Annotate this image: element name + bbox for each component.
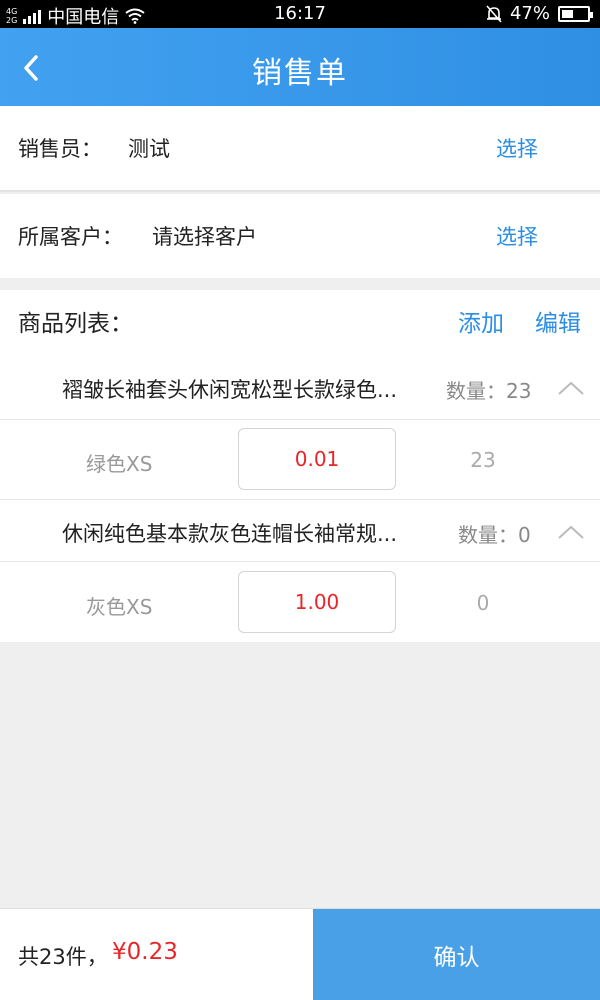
- product-header[interactable]: 褶皱长袖套头休闲宽松型长款绿色... 数量：23: [0, 358, 600, 420]
- customer-label: 所属客户：: [18, 225, 123, 249]
- edit-products-button[interactable]: 编辑: [535, 304, 581, 338]
- salesperson-label: 销售员：: [18, 137, 102, 161]
- product-name: 休闲纯色基本款灰色连帽长袖常规...: [62, 522, 398, 546]
- select-customer-button[interactable]: 选择: [496, 221, 538, 251]
- battery-level-fill: [562, 9, 574, 18]
- product-name: 褶皱长袖套头休闲宽松型长款绿色...: [62, 378, 398, 402]
- variant-price-input[interactable]: [238, 428, 396, 490]
- variant-name: 灰色XS: [86, 595, 153, 619]
- salesperson-value: 测试: [128, 137, 170, 161]
- product-quantity-label: 数量：23: [446, 379, 532, 403]
- customer-value: 请选择客户: [152, 225, 257, 249]
- order-footer: 共23件， ¥0.23 确认: [0, 908, 600, 1000]
- customer-row: 所属客户： 请选择客户 选择: [0, 194, 600, 278]
- variant-name: 绿色XS: [86, 452, 153, 476]
- bell-muted-icon: [486, 4, 502, 23]
- status-bar: 4G 2G 中国电信 16:17 47%: [0, 0, 600, 28]
- chevron-up-icon[interactable]: [556, 378, 586, 398]
- product-quantity-label: 数量：0: [458, 523, 531, 547]
- total-price: ¥0.23: [112, 939, 178, 965]
- app-header: 销售单: [0, 28, 600, 106]
- confirm-button[interactable]: 确认: [313, 909, 600, 1000]
- variant-quantity: 23: [470, 448, 496, 472]
- battery-icon: [558, 5, 593, 22]
- salesperson-row: 销售员： 测试 选择: [0, 106, 600, 192]
- product-list-title: 商品列表：: [18, 311, 133, 337]
- status-right: 47%: [486, 3, 593, 24]
- add-product-button[interactable]: 添加: [458, 304, 504, 338]
- chevron-up-icon[interactable]: [556, 522, 586, 542]
- product-list: 商品列表： 添加 编辑 褶皱长袖套头休闲宽松型长款绿色... 数量：23 绿色X…: [0, 290, 600, 642]
- variant-quantity: 0: [476, 591, 490, 615]
- variant-row: 绿色XS 23: [0, 420, 600, 500]
- page-title: 销售单: [252, 56, 348, 91]
- variant-price-input[interactable]: [238, 571, 396, 633]
- variant-row: 灰色XS 0: [0, 563, 600, 643]
- battery-percent: 47%: [509, 3, 550, 24]
- total-count: 共23件，: [18, 945, 108, 969]
- select-salesperson-button[interactable]: 选择: [496, 133, 538, 163]
- product-header[interactable]: 休闲纯色基本款灰色连帽长袖常规... 数量：0: [0, 500, 600, 562]
